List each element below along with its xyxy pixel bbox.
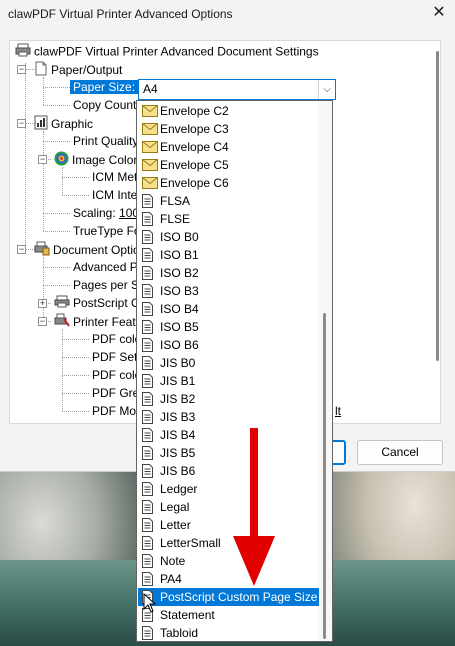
collapse-image-color[interactable]: − bbox=[38, 155, 47, 164]
dropdown-option-label: Statement bbox=[160, 608, 215, 622]
red-arrow-annotation bbox=[233, 428, 275, 586]
printer-features-icon bbox=[54, 313, 70, 333]
title-bar[interactable]: clawPDF Virtual Printer Advanced Options bbox=[0, 0, 455, 27]
dropdown-option-label: Letter bbox=[160, 518, 191, 532]
dropdown-option[interactable]: Envelope C2 bbox=[138, 102, 319, 120]
pdf-mode-value[interactable]: lt bbox=[335, 403, 341, 420]
tree-root[interactable]: clawPDF Virtual Printer Advanced Documen… bbox=[15, 43, 319, 60]
dropdown-option[interactable]: ISO B0 bbox=[138, 228, 319, 246]
tree-item-document-options[interactable]: Document Optio bbox=[34, 241, 140, 258]
printer-small-icon bbox=[54, 295, 70, 313]
close-button[interactable]: ✕ bbox=[429, 3, 449, 23]
dropdown-option-label: JIS B0 bbox=[160, 356, 196, 370]
dropdown-option[interactable]: ISO B3 bbox=[138, 282, 319, 300]
tree-item-icm-intent[interactable]: ICM Inte bbox=[92, 187, 137, 204]
dropdown-option-label: ISO B4 bbox=[160, 302, 199, 316]
dropdown-option-label: JIS B1 bbox=[160, 374, 196, 388]
tree-item-printer-features[interactable]: Printer Featu bbox=[54, 313, 142, 330]
tree-item-print-quality[interactable]: Print Quality bbox=[73, 133, 138, 150]
dropdown-option-label: JIS B5 bbox=[160, 446, 196, 460]
collapse-document-options[interactable]: − bbox=[17, 245, 26, 254]
printer-icon bbox=[15, 43, 31, 62]
dropdown-option[interactable]: ISO B1 bbox=[138, 246, 319, 264]
tree-item-truetype[interactable]: TrueType Fo bbox=[73, 223, 141, 240]
dropdown-option-label: JIS B2 bbox=[160, 392, 196, 406]
window-title: clawPDF Virtual Printer Advanced Options bbox=[8, 6, 233, 21]
dropdown-option-label: FLSE bbox=[160, 212, 191, 226]
dropdown-option-label: ISO B1 bbox=[160, 248, 199, 262]
paper-icon bbox=[34, 61, 48, 81]
dropdown-option[interactable]: JIS B0 bbox=[138, 354, 319, 372]
tree-item-pdf-color-2[interactable]: PDF colo bbox=[92, 367, 141, 384]
dropdown-option-label: Legal bbox=[160, 500, 190, 514]
dropdown-option[interactable]: JIS B2 bbox=[138, 390, 319, 408]
dropdown-option-label: JIS B4 bbox=[160, 428, 196, 442]
expand-postscript[interactable]: + bbox=[38, 299, 47, 308]
paper-size-label: Paper Size: bbox=[70, 80, 139, 94]
tree-item-scaling[interactable]: Scaling: 100 bbox=[73, 205, 139, 222]
dropdown-option-label: PA4 bbox=[160, 572, 182, 586]
dropdown-option[interactable]: FLSE bbox=[138, 210, 319, 228]
paper-size-value: A4 bbox=[143, 82, 158, 96]
dropdown-option-label: ISO B0 bbox=[160, 230, 199, 244]
dropdown-option-label: JIS B6 bbox=[160, 464, 196, 478]
dropdown-option[interactable]: ISO B5 bbox=[138, 318, 319, 336]
close-icon: ✕ bbox=[432, 4, 446, 21]
dropdown-option[interactable]: Envelope C4 bbox=[138, 138, 319, 156]
page-icon bbox=[142, 626, 153, 641]
color-wheel-icon bbox=[54, 151, 69, 171]
dropdown-option-label: FLSA bbox=[160, 194, 191, 208]
dropdown-option[interactable]: PostScript Custom Page Size bbox=[138, 588, 319, 606]
dropdown-option[interactable]: Envelope C5 bbox=[138, 156, 319, 174]
tree-item-paper-output[interactable]: Paper/Output bbox=[34, 61, 122, 78]
document-options-icon bbox=[34, 241, 50, 261]
dropdown-option-label: Envelope C6 bbox=[160, 176, 229, 190]
dropdown-option[interactable]: Tabloid bbox=[138, 624, 319, 641]
tree-item-paper-size[interactable]: Paper Size: bbox=[70, 79, 139, 96]
dropdown-option-label: ISO B3 bbox=[160, 284, 199, 298]
dropdown-option-label: Tabloid bbox=[160, 626, 199, 640]
dropdown-option-label: LetterSmall bbox=[160, 536, 221, 550]
dropdown-option[interactable]: JIS B1 bbox=[138, 372, 319, 390]
dropdown-option[interactable]: Envelope C3 bbox=[138, 120, 319, 138]
tree-item-pdf-color-1[interactable]: PDF colo bbox=[92, 331, 141, 348]
dropdown-option-label: Envelope C4 bbox=[160, 140, 229, 154]
tree-item-advanced[interactable]: Advanced P bbox=[73, 259, 138, 276]
chevron-down-icon[interactable]: ⌵ bbox=[318, 80, 335, 99]
tree-item-icm-method[interactable]: ICM Met bbox=[92, 169, 137, 186]
dropdown-option-label: Envelope C2 bbox=[160, 104, 229, 118]
tree-item-pages-per-sheet[interactable]: Pages per Sh bbox=[73, 277, 146, 294]
tree-item-pdf-mode[interactable]: PDF Mo bbox=[92, 403, 136, 420]
dropdown-option-label: ISO B5 bbox=[160, 320, 199, 334]
dropdown-option-label: Envelope C5 bbox=[160, 158, 229, 172]
collapse-paper-output[interactable]: − bbox=[17, 65, 26, 74]
tree-scrollbar[interactable] bbox=[436, 51, 439, 361]
collapse-graphic[interactable]: − bbox=[17, 119, 26, 128]
dropdown-option-label: ISO B6 bbox=[160, 338, 199, 352]
dropdown-option[interactable]: FLSA bbox=[138, 192, 319, 210]
graphic-icon bbox=[34, 115, 48, 135]
cancel-button[interactable]: Cancel bbox=[357, 440, 443, 465]
dropdown-option[interactable]: JIS B3 bbox=[138, 408, 319, 426]
tree-item-copy-count[interactable]: Copy Count bbox=[73, 97, 136, 114]
tree-item-image-color[interactable]: Image Color bbox=[54, 151, 137, 168]
dropdown-option[interactable]: ISO B6 bbox=[138, 336, 319, 354]
dropdown-option-label: ISO B2 bbox=[160, 266, 199, 280]
mouse-cursor-icon bbox=[143, 593, 157, 613]
tree-item-postscript[interactable]: PostScript O bbox=[54, 295, 140, 312]
dropdown-option-label: JIS B3 bbox=[160, 410, 196, 424]
dropdown-option[interactable]: Envelope C6 bbox=[138, 174, 319, 192]
collapse-printer-features[interactable]: − bbox=[38, 317, 47, 326]
paper-size-combobox[interactable]: A4 ⌵ bbox=[138, 79, 336, 100]
dropdown-option-label: Ledger bbox=[160, 482, 198, 496]
dropdown-option-label: Envelope C3 bbox=[160, 122, 229, 136]
tree-item-graphic[interactable]: Graphic bbox=[34, 115, 93, 132]
dropdown-option[interactable]: ISO B4 bbox=[138, 300, 319, 318]
dropdown-option-label: PostScript Custom Page Size bbox=[160, 590, 318, 604]
dropdown-option[interactable]: ISO B2 bbox=[138, 264, 319, 282]
dropdown-option[interactable]: Statement bbox=[138, 606, 319, 624]
dropdown-scrollbar[interactable] bbox=[318, 101, 332, 641]
dropdown-option-label: Note bbox=[160, 554, 186, 568]
dropdown-scroll-thumb[interactable] bbox=[323, 313, 326, 639]
